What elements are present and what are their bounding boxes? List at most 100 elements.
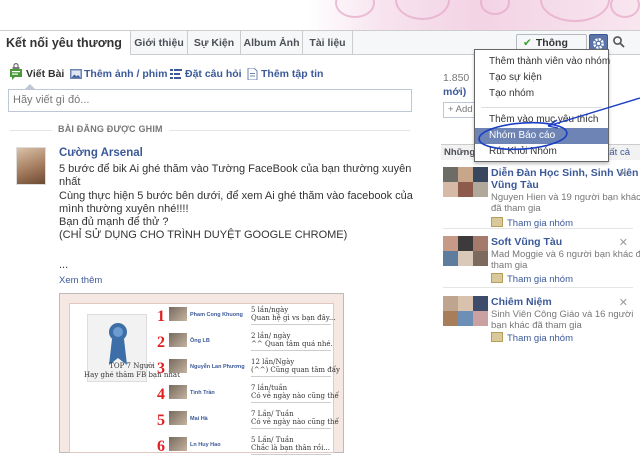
friend-name: Ln Huy Hao	[190, 442, 221, 448]
visit-frequency: 2 lần/ ngày ^^ Quan tâm quá nhé.	[251, 332, 333, 351]
file-icon	[247, 68, 258, 80]
friend-photo	[169, 307, 187, 321]
post-ellipsis: ...	[59, 259, 69, 271]
visit-comment: Có vẻ ngày nào cũng thế	[251, 418, 339, 426]
group-members-line: Sinh Viên Công Giáo và 16 người	[491, 309, 634, 320]
members-new[interactable]: mới)	[443, 86, 466, 98]
group-thumbnails	[443, 296, 489, 340]
post-line: Cùng thực hiện 5 bước bên dưới, để xem A…	[59, 189, 413, 202]
friend-photo	[169, 385, 187, 399]
ask-question-button[interactable]: Đặt câu hỏi	[185, 68, 242, 80]
tab-photos[interactable]: Album Ảnh	[241, 31, 303, 55]
visit-count: 12 lần/Ngày	[251, 358, 295, 366]
see-all-link[interactable]: tất cả	[607, 145, 630, 160]
tab-files[interactable]: Tài liệu	[303, 31, 353, 55]
join-group-button[interactable]: Tham gia nhóm	[491, 273, 573, 285]
group-name: Kết nối yêu thương	[6, 36, 122, 50]
friend-photo	[169, 333, 187, 347]
cover-banner	[0, 0, 640, 30]
see-more-link[interactable]: Xem thêm	[59, 275, 102, 286]
friend-name: Pham Cong Khuong	[190, 312, 243, 318]
status-icon	[10, 69, 22, 80]
visit-count: 5 lần/ngày	[251, 306, 289, 314]
write-post-button[interactable]: Viết Bài	[26, 68, 64, 80]
members-count: 1.850	[443, 72, 470, 84]
group-title[interactable]: Chiêm Niệm	[491, 296, 552, 308]
visit-comment: (^^) Cũng quan tâm đấy	[251, 366, 340, 374]
menu-item-create-event[interactable]: Tạo sự kiện	[475, 70, 608, 86]
suggested-groups-title: Những	[444, 147, 476, 158]
join-group-icon	[491, 332, 503, 342]
group-thumbnails	[443, 167, 489, 211]
divider	[443, 287, 633, 288]
rank-number: 2	[157, 334, 165, 351]
visit-count: 7 Lần/ Tuần	[251, 410, 294, 418]
author-avatar[interactable]	[16, 147, 46, 185]
friend-name: Nguyễn Lan Phương	[190, 364, 245, 370]
group-title[interactable]: Diễn Đàn Học Sinh, Sinh Viên Vũng Tàu	[491, 167, 638, 191]
menu-item-add-members[interactable]: Thêm thành viên vào nhóm	[475, 54, 610, 70]
settings-dropdown-menu: Thêm thành viên vào nhóm Tạo sự kiện Tạo…	[474, 49, 610, 162]
friend-name: Mai Hà	[190, 416, 208, 422]
post-line: 5 bước để bik Ai ghé thăm vào Tường Face…	[59, 163, 412, 175]
post-line: nhất	[59, 176, 81, 189]
group-thumbnails	[443, 236, 489, 280]
menu-item-create-group[interactable]: Tạo nhóm	[475, 86, 608, 102]
join-group-button[interactable]: Tham gia nhóm	[491, 332, 573, 344]
group-members-line: Nguyen Hien và 19 người bạn khác	[491, 192, 640, 203]
members-summary: 1.850 mới)	[443, 72, 469, 98]
join-group-icon	[491, 217, 503, 227]
author-name[interactable]: Cường Arsenal	[59, 147, 143, 159]
pinned-label: BÀI ĐĂNG ĐƯỢC GHIM	[52, 124, 169, 134]
search-icon	[613, 36, 625, 48]
visit-frequency: 7 lần/tuần Có vẻ ngày nào cũng thế	[251, 384, 339, 403]
friend-name: Tình Trần	[190, 390, 215, 396]
friend-photo	[169, 359, 187, 373]
group-members-line: đã tham gia	[491, 203, 541, 214]
group-members-line: Mad Moggie và 6 người bạn khác đã	[491, 249, 640, 260]
visit-comment: Quan hệ gì vs bạn đây...	[251, 314, 336, 322]
award-ribbon-icon	[109, 323, 127, 365]
visit-frequency: 5 Lần/ Tuần Chắc là bạn thân rồi...	[251, 436, 331, 455]
visit-count: 7 lần/tuần	[251, 384, 288, 392]
visit-frequency: 7 Lần/ Tuần Có vẻ ngày nào cũng thế	[251, 410, 339, 429]
post-body: 5 bước để bik Ai ghé thăm vào Tường Face…	[59, 163, 419, 243]
visit-comment: ^^ Quan tâm quá nhé.	[251, 340, 333, 348]
post-image[interactable]: TOP 7 Người Hay ghé thăm FB bạn nhất 1 Ph…	[59, 293, 344, 455]
add-file-button[interactable]: Thêm tập tin	[261, 68, 323, 80]
friend-photo	[169, 411, 187, 425]
visit-frequency: 12 lần/Ngày (^^) Cũng quan tâm đấy	[251, 358, 340, 377]
post-input[interactable]: Hãy viết gì đó...	[8, 89, 412, 112]
visit-count: 5 Lần/ Tuần	[251, 436, 294, 444]
post-line: (CHỈ SỬ DỤNG CHO TRÌNH DUYỆT GOOGLE CHRO…	[59, 229, 348, 242]
tab-events[interactable]: Sự Kiện	[188, 31, 241, 55]
friend-name: Ông LB	[190, 338, 210, 344]
menu-item-leave-group[interactable]: Rút Khỏi Nhóm	[475, 144, 608, 160]
visit-frequency: 5 lần/ngày Quan hệ gì vs bạn đây...	[251, 306, 336, 325]
menu-item-add-favorites[interactable]: Thêm vào mục yêu thích	[475, 112, 608, 128]
group-members-line: bạn khác đã tham gia	[491, 320, 582, 331]
menu-item-report-group[interactable]: Nhóm Báo cáo	[475, 128, 608, 144]
add-photo-button[interactable]: Thêm ảnh / phim	[84, 68, 167, 80]
search-button[interactable]	[612, 35, 628, 51]
rank-number: 3	[157, 360, 165, 377]
group-members-line: tham gia	[491, 260, 528, 271]
caption-line: TOP 7 Người	[109, 362, 155, 370]
post-line: mình thường xuyên nhé!!!!	[59, 202, 189, 215]
rank-number: 5	[157, 412, 165, 429]
close-icon[interactable]: ✕	[619, 167, 628, 180]
tab-about[interactable]: Giới thiệu	[131, 31, 188, 55]
close-icon[interactable]: ✕	[619, 296, 628, 309]
menu-separator	[481, 107, 602, 108]
check-icon: ✔	[523, 37, 532, 49]
question-icon	[170, 69, 182, 79]
post-line: Bạn đủ mạnh để thử ?	[59, 216, 169, 229]
visit-comment: Chắc là bạn thân rồi...	[251, 444, 330, 452]
close-icon[interactable]: ✕	[619, 236, 628, 249]
group-title[interactable]: Soft Vũng Tàu	[491, 236, 562, 248]
visit-count: 2 lần/ ngày	[251, 332, 291, 340]
visit-comment: Có vẻ ngày nào cũng thế	[251, 392, 339, 400]
caption-line: Hay ghé thăm FB bạn nhất	[84, 370, 180, 379]
tab-group-wall[interactable]: Kết nối yêu thương	[0, 31, 131, 73]
divider	[443, 228, 633, 229]
